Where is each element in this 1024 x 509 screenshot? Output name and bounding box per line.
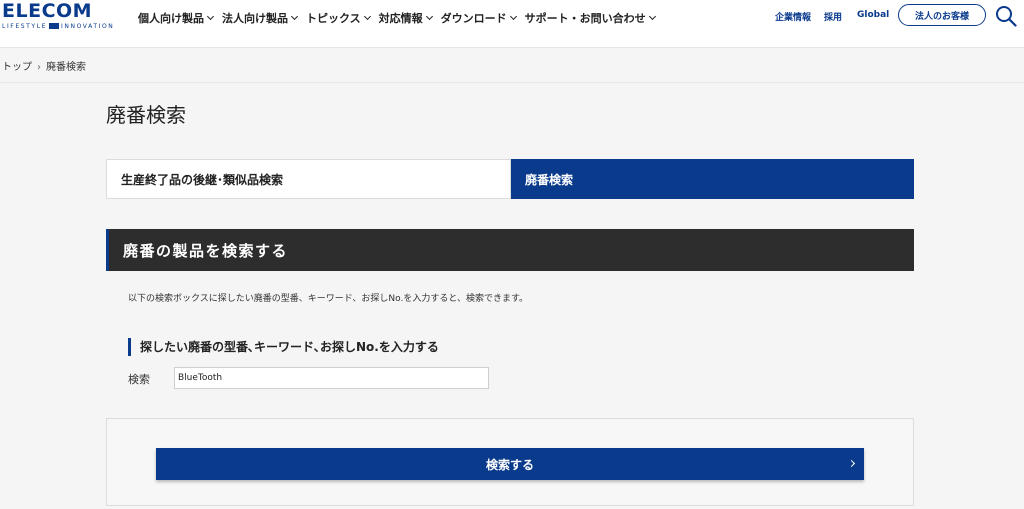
- nav-item-business-products[interactable]: 法人向け製品: [222, 10, 299, 26]
- elecom-logo[interactable]: ELECOM LIFESTYLE INNOVATION: [2, 2, 114, 32]
- search-submit-label: 検索する: [485, 457, 534, 472]
- tagline-left: LIFESTYLE: [2, 23, 48, 30]
- chevron-down-icon: [363, 12, 371, 21]
- search-icon[interactable]: [995, 5, 1017, 27]
- section-heading-text: 廃番の製品を検索する: [123, 241, 289, 260]
- global-link[interactable]: Global: [857, 10, 889, 20]
- site-header: ELECOM LIFESTYLE INNOVATION 個人向け製品 法人向け製品 ト…: [0, 0, 1024, 48]
- tab-successor-search[interactable]: 生産終了品の後継･類似品検索: [106, 159, 511, 199]
- chevron-down-icon: [425, 12, 433, 21]
- page-title: 廃番検索: [106, 103, 186, 127]
- chevron-down-icon: [509, 12, 517, 21]
- company-info-link[interactable]: 企業情報: [775, 10, 811, 23]
- search-input[interactable]: [174, 367, 489, 389]
- nav-item-label: 対応情報: [378, 12, 423, 25]
- nav-item-label: ダウンロード: [440, 12, 507, 25]
- search-type-tabs: 生産終了品の後継･類似品検索 廃番検索: [106, 159, 914, 199]
- nav-item-topics[interactable]: トピックス: [306, 10, 371, 26]
- breadcrumb-divider: [0, 82, 1024, 83]
- nav-item-support[interactable]: サポート・お問い合わせ: [524, 10, 656, 26]
- breadcrumb-current: 廃番検索: [46, 62, 86, 73]
- breadcrumb-top-link[interactable]: トップ: [2, 62, 32, 73]
- search-submit-button[interactable]: 検索する: [156, 448, 864, 480]
- nav-item-download[interactable]: ダウンロード: [440, 10, 517, 26]
- breadcrumb-separator: ›: [37, 62, 41, 73]
- logo-wordmark: ELECOM: [2, 0, 93, 22]
- nav-item-label: 法人向け製品: [222, 12, 288, 25]
- main-nav: 個人向け製品 法人向け製品 トピックス 対応情報 ダウンロード サポート・お問い合わせ: [138, 7, 664, 25]
- tab-discontinued-search[interactable]: 廃番検索: [511, 159, 914, 199]
- tagline-right: INNOVATION: [61, 23, 115, 30]
- breadcrumb: トップ › 廃番検索: [2, 58, 86, 73]
- nav-item-personal-products[interactable]: 個人向け製品: [138, 10, 215, 26]
- logo-tagline: LIFESTYLE INNOVATION: [2, 23, 114, 30]
- chevron-down-icon: [206, 12, 215, 21]
- chevron-down-icon: [648, 12, 656, 21]
- search-field-label: 検索: [128, 373, 150, 386]
- nav-item-label: トピックス: [306, 12, 361, 25]
- corporate-customers-button[interactable]: 法人のお客様: [898, 4, 986, 26]
- nav-item-label: サポート・お問い合わせ: [524, 12, 646, 25]
- logo-mark-icon: [49, 23, 60, 29]
- search-description: 以下の検索ボックスに探したい廃番の型番、キーワード、お探しNo.を入力すると、検…: [128, 294, 529, 304]
- nav-item-compatibility[interactable]: 対応情報: [378, 10, 433, 26]
- section-heading: 廃番の製品を検索する: [106, 229, 914, 271]
- chevron-down-icon: [290, 12, 299, 21]
- recruit-link[interactable]: 採用: [824, 10, 842, 23]
- chevron-right-icon: [847, 459, 856, 468]
- search-subheading: 探したい廃番の型番､キーワード､お探しNo.を入力する: [128, 338, 439, 356]
- nav-item-label: 個人向け製品: [138, 12, 204, 25]
